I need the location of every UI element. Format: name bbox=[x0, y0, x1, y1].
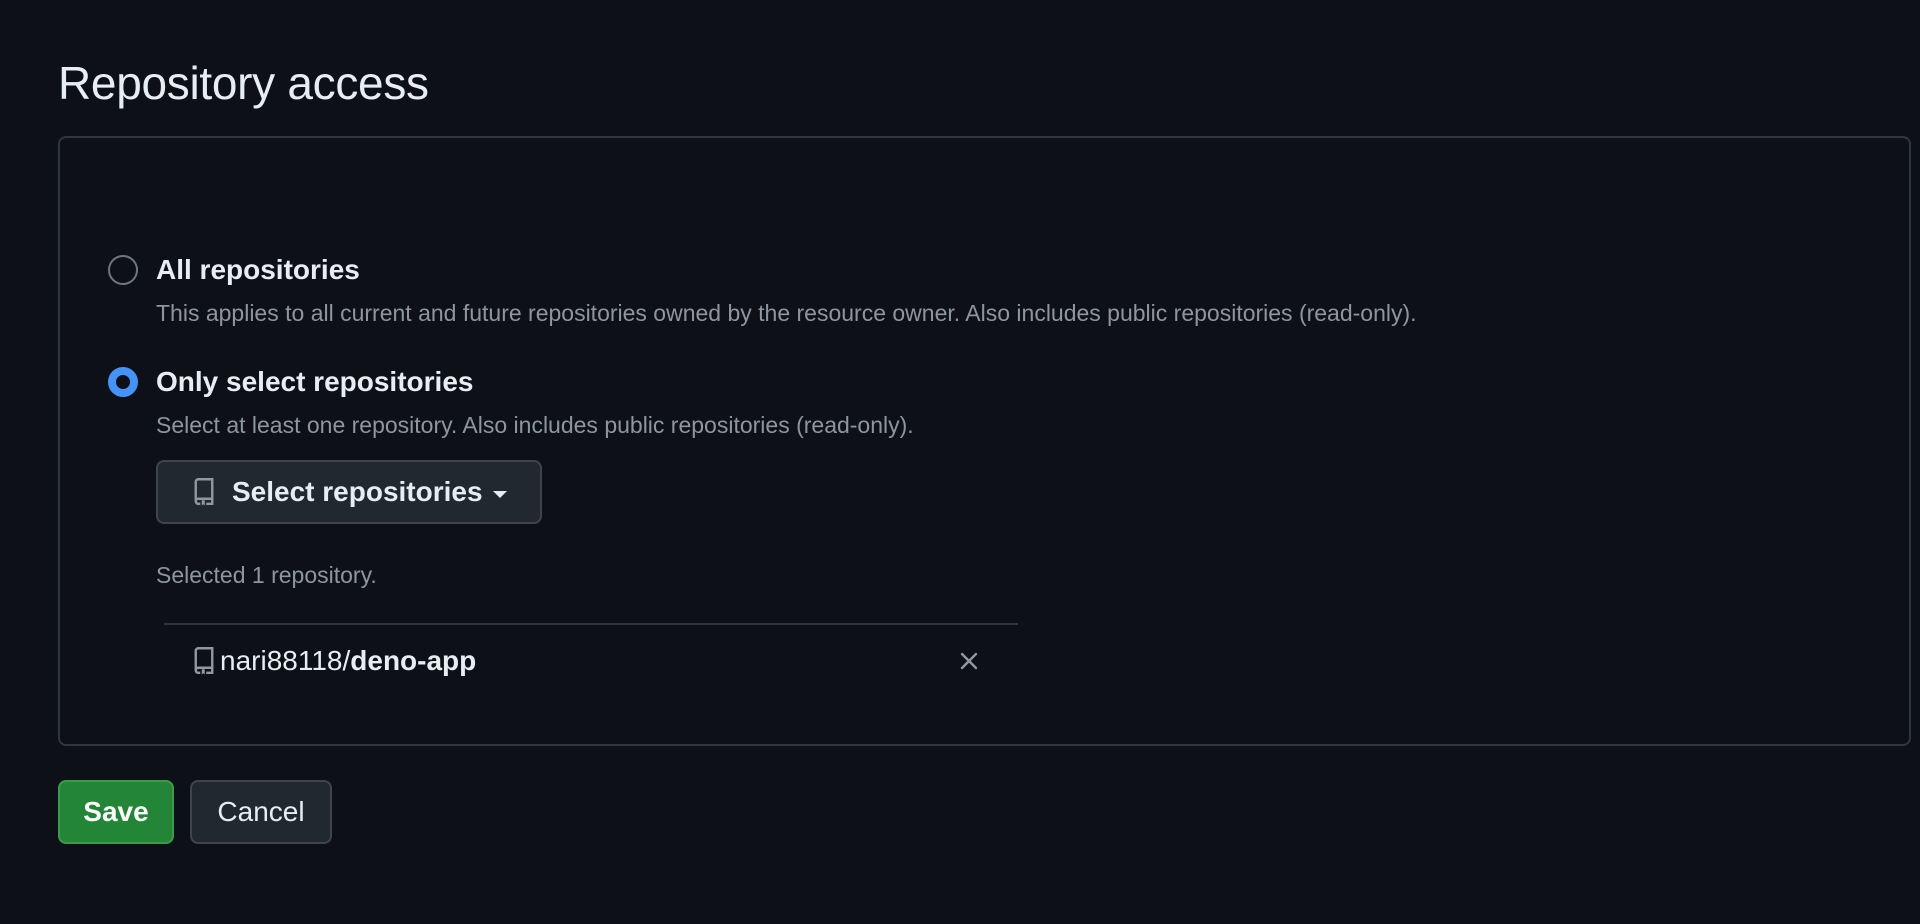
section-title: Repository access bbox=[58, 57, 429, 109]
option-all-repositories[interactable]: All repositories This applies to all cur… bbox=[108, 254, 1417, 327]
form-actions: Save Cancel bbox=[58, 780, 332, 844]
all-repositories-label[interactable]: All repositories bbox=[156, 254, 360, 286]
cancel-button[interactable]: Cancel bbox=[190, 780, 332, 844]
repository-access-box: All repositories This applies to all cur… bbox=[58, 136, 1911, 746]
selected-count-text: Selected 1 repository. bbox=[156, 562, 377, 588]
only-select-repositories-description: Select at least one repository. Also inc… bbox=[156, 412, 914, 438]
selected-repository-list: nari88118/deno-app bbox=[164, 623, 1018, 697]
option-select-row[interactable]: Only select repositories bbox=[108, 366, 914, 398]
save-button[interactable]: Save bbox=[58, 780, 174, 844]
all-repositories-description: This applies to all current and future r… bbox=[156, 300, 1417, 326]
repository-access-page: Repository access All repositories This … bbox=[0, 0, 1920, 924]
option-only-select-repositories[interactable]: Only select repositories Select at least… bbox=[108, 366, 914, 439]
only-select-repositories-radio[interactable] bbox=[108, 367, 138, 397]
repository-owner: nari88118 bbox=[220, 645, 343, 676]
list-item: nari88118/deno-app bbox=[164, 625, 1018, 697]
caret-down-icon bbox=[492, 490, 507, 498]
repository-name: deno-app bbox=[350, 645, 477, 676]
select-repositories-button[interactable]: Select repositories bbox=[156, 460, 542, 524]
option-all-row[interactable]: All repositories bbox=[108, 254, 1417, 286]
only-select-repositories-label[interactable]: Only select repositories bbox=[156, 366, 473, 398]
select-repositories-label[interactable]: Select repositories bbox=[232, 476, 483, 508]
remove-repository-button[interactable] bbox=[954, 646, 984, 676]
repository-full-name: nari88118/deno-app bbox=[220, 645, 476, 677]
close-icon bbox=[960, 652, 978, 670]
repo-icon bbox=[192, 477, 216, 507]
all-repositories-radio[interactable] bbox=[108, 255, 138, 285]
repo-icon bbox=[192, 646, 216, 676]
